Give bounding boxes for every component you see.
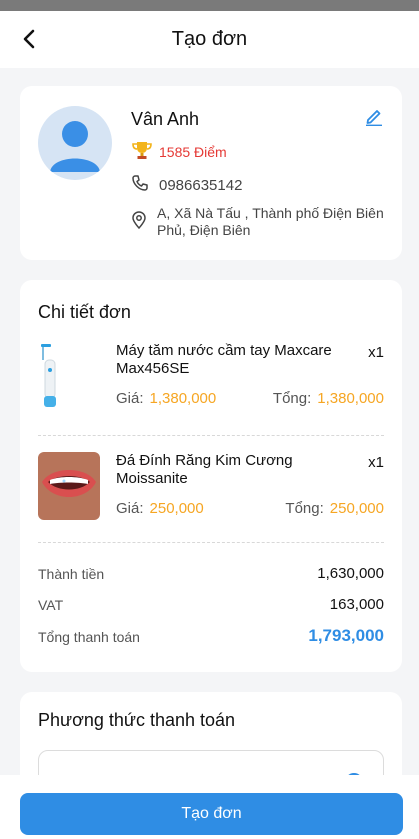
divider xyxy=(38,435,384,436)
vat-label: VAT xyxy=(38,597,64,613)
location-pin-icon xyxy=(131,211,147,234)
address-row: A, Xã Nà Tấu , Thành phố Điện Biên Phủ, … xyxy=(131,205,391,239)
product-price-row: Giá: 1,380,000 xyxy=(116,390,216,407)
status-bar xyxy=(0,0,419,11)
total-label: Tổng: xyxy=(285,500,324,517)
edit-pencil-icon[interactable] xyxy=(364,106,384,127)
product-total-row: Tổng: 250,000 xyxy=(285,500,384,517)
order-details-title: Chi tiết đơn xyxy=(38,302,131,322)
price-label: Giá: xyxy=(116,390,144,407)
trophy-icon xyxy=(131,140,153,165)
avatar xyxy=(38,106,112,180)
address-text: A, Xã Nà Tấu , Thành phố Điện Biên Phủ, … xyxy=(157,205,384,238)
footer-bar: Tạo đơn xyxy=(0,775,419,839)
product-image-tooth-gem xyxy=(38,452,100,520)
phone-icon xyxy=(131,174,149,197)
product-quantity: x1 xyxy=(368,454,384,471)
product-price: 250,000 xyxy=(149,500,204,517)
app-header: Tạo đơn xyxy=(0,11,419,68)
order-item[interactable]: Đá Đính Răng Kim Cương Moissanite x1 Giá… xyxy=(38,452,384,532)
product-total-row: Tổng: 1,380,000 xyxy=(273,390,384,407)
product-total: 1,380,000 xyxy=(317,390,384,407)
product-quantity: x1 xyxy=(368,344,384,361)
points-value: 1585 Điểm xyxy=(159,144,227,160)
points-row: 1585 Điểm xyxy=(131,141,227,163)
product-name: Đá Đính Răng Kim Cương Moissanite xyxy=(116,452,293,487)
divider xyxy=(38,542,384,543)
customer-card: Vân Anh 1585 Điểm 0986635142 A, Xã Nà Tấ… xyxy=(20,86,402,260)
product-price: 1,380,000 xyxy=(149,390,217,407)
product-image-water-flosser xyxy=(38,342,100,410)
phone-row: 0986635142 xyxy=(131,174,242,197)
price-label: Giá: xyxy=(116,500,144,517)
payment-method-title: Phương thức thanh toán xyxy=(38,710,236,730)
product-name: Máy tăm nước cầm tay Maxcare Max456SE xyxy=(116,342,332,377)
subtotal-value: 1,630,000 xyxy=(317,565,384,582)
page-title: Tạo đơn xyxy=(171,28,248,50)
product-price-row: Giá: 250,000 xyxy=(116,500,204,517)
grand-total-value: 1,793,000 xyxy=(308,626,384,645)
order-details-card: Chi tiết đơn Máy tăm nước cầm tay Maxcar… xyxy=(20,280,402,672)
product-total: 250,000 xyxy=(329,500,384,517)
vat-value: 163,000 xyxy=(329,596,384,613)
total-label: Tổng: xyxy=(272,390,312,407)
subtotal-label: Thành tiền xyxy=(38,566,105,582)
phone-number: 0986635142 xyxy=(159,177,243,194)
create-order-button[interactable]: Tạo đơn xyxy=(20,793,403,835)
grand-total-label: Tổng thanh toán xyxy=(38,629,140,645)
customer-name: Vân Anh xyxy=(131,109,200,129)
order-item[interactable]: Máy tăm nước cầm tay Maxcare Max456SE x1… xyxy=(38,342,384,422)
